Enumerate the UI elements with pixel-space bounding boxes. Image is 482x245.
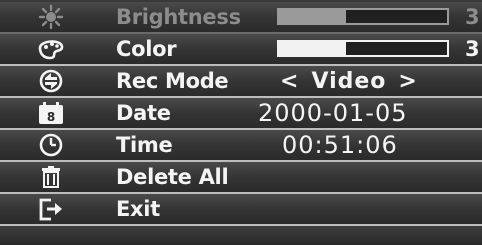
next-option-button[interactable]: >	[398, 69, 417, 94]
clock-icon	[34, 131, 68, 159]
menu-item-delete-all[interactable]: Delete All	[0, 162, 482, 194]
menu-item-color[interactable]: Color 3	[0, 34, 482, 66]
rec-mode-value: Video	[311, 68, 387, 94]
rec-mode-icon	[34, 67, 68, 95]
menu-item-rec-mode[interactable]: Rec Mode < Video >	[0, 66, 482, 98]
menu-item-time[interactable]: Time 00:51:06	[0, 130, 482, 162]
trash-icon	[34, 163, 68, 191]
brightness-level-bar[interactable]	[277, 8, 449, 25]
calendar-icon: 8	[34, 99, 68, 127]
menu-item-label: Brightness	[116, 5, 241, 29]
menu-item-label: Rec Mode	[116, 69, 229, 93]
menu-item-label: Date	[116, 101, 171, 125]
menu-item-exit[interactable]: Exit	[0, 194, 482, 226]
exit-icon	[34, 195, 68, 223]
menu-item-label: Color	[116, 37, 177, 61]
menu-item-label: Time	[116, 133, 173, 157]
time-value[interactable]: 00:51:06	[282, 131, 398, 159]
camera-settings-menu: Brightness 3 Color 3 Rec Mode < Video > …	[0, 0, 482, 245]
menu-item-label: Exit	[116, 197, 160, 221]
sun-icon	[34, 3, 68, 31]
color-level-fill	[279, 42, 347, 55]
menu-footer	[0, 226, 482, 245]
brightness-value: 3	[465, 5, 480, 29]
color-level-bar[interactable]	[277, 40, 449, 57]
palette-icon	[34, 35, 68, 63]
brightness-level-fill	[279, 10, 347, 23]
menu-item-date[interactable]: 8 Date 2000-01-05	[0, 98, 482, 130]
date-value[interactable]: 2000-01-05	[258, 99, 407, 127]
rec-mode-selector[interactable]: < Video >	[280, 69, 418, 94]
previous-option-button[interactable]: <	[280, 69, 299, 94]
menu-item-brightness[interactable]: Brightness 3	[0, 2, 482, 34]
calendar-day-number: 8	[47, 110, 55, 124]
color-value: 3	[465, 37, 480, 61]
menu-item-label: Delete All	[116, 165, 229, 189]
